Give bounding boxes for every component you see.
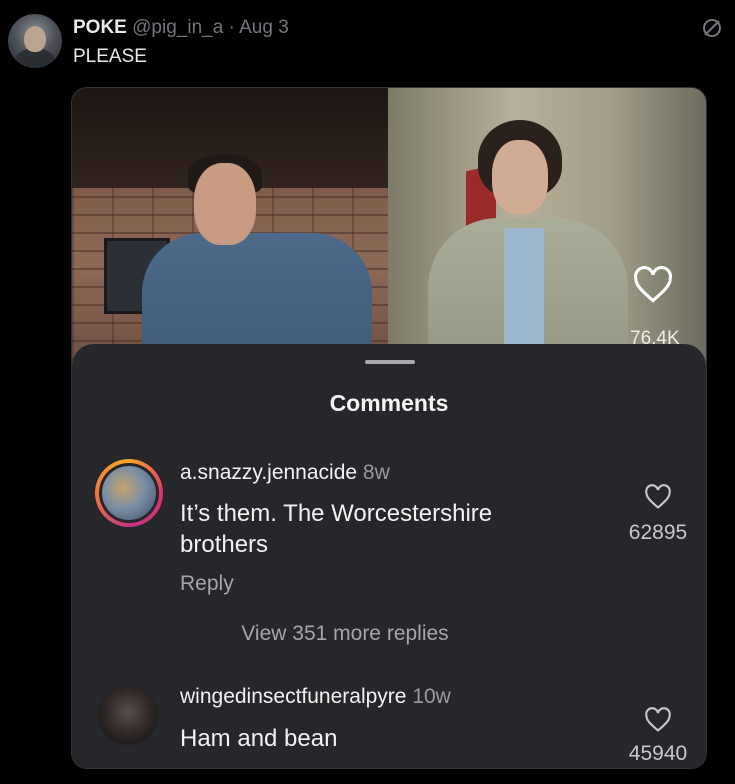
drag-handle[interactable] — [365, 360, 415, 364]
comment-text-line: It’s them. The Worcestershire — [180, 500, 493, 527]
view-replies-button[interactable]: View 351 more replies — [72, 622, 618, 646]
comment-text-line: brothers — [180, 531, 269, 558]
tweet: POKE @pig_in_a · Aug 3 PLEASE 76.4K Comm… — [0, 0, 735, 784]
commenter-avatar[interactable] — [98, 685, 158, 745]
comment-text: It’s them. The Worcestershire brothers — [180, 498, 492, 560]
video-frame-left — [72, 88, 388, 378]
heart-outline-icon[interactable] — [632, 266, 674, 304]
comments-sheet: Comments a.snazzy.jennacide 8w It’s them… — [72, 344, 706, 768]
heart-outline-icon[interactable] — [644, 484, 672, 510]
comment-time: 8w — [362, 461, 390, 484]
comment-text: Ham and bean — [180, 723, 337, 754]
comment-username-row: a.snazzy.jennacide 8w — [180, 461, 390, 485]
tweet-header: POKE @pig_in_a · Aug 3 — [73, 16, 289, 40]
reply-button[interactable]: Reply — [180, 572, 234, 596]
heart-outline-icon[interactable] — [644, 707, 672, 733]
tweet-text: PLEASE — [73, 46, 147, 67]
tweet-date[interactable]: Aug 3 — [239, 17, 289, 38]
comment-username[interactable]: wingedinsectfuneralpyre — [180, 685, 406, 708]
author-display-name[interactable]: POKE — [73, 17, 127, 38]
author-avatar[interactable] — [8, 14, 62, 68]
header-separator: · — [228, 17, 235, 38]
comment-username[interactable]: a.snazzy.jennacide — [180, 461, 357, 484]
mute-icon[interactable] — [700, 16, 724, 40]
comment-like-count: 62895 — [628, 521, 688, 544]
comments-title: Comments — [329, 390, 449, 416]
comment-time: 10w — [412, 685, 451, 708]
author-handle[interactable]: @pig_in_a — [132, 17, 223, 38]
comment-text-line: Ham and bean — [180, 725, 338, 752]
comment-username-row: wingedinsectfuneralpyre 10w — [180, 685, 451, 709]
tweet-media[interactable]: 76.4K Comments a.snazzy.jennacide 8w It’… — [71, 87, 707, 769]
comment-like-count: 45940 — [628, 742, 688, 765]
commenter-avatar[interactable] — [95, 459, 163, 527]
